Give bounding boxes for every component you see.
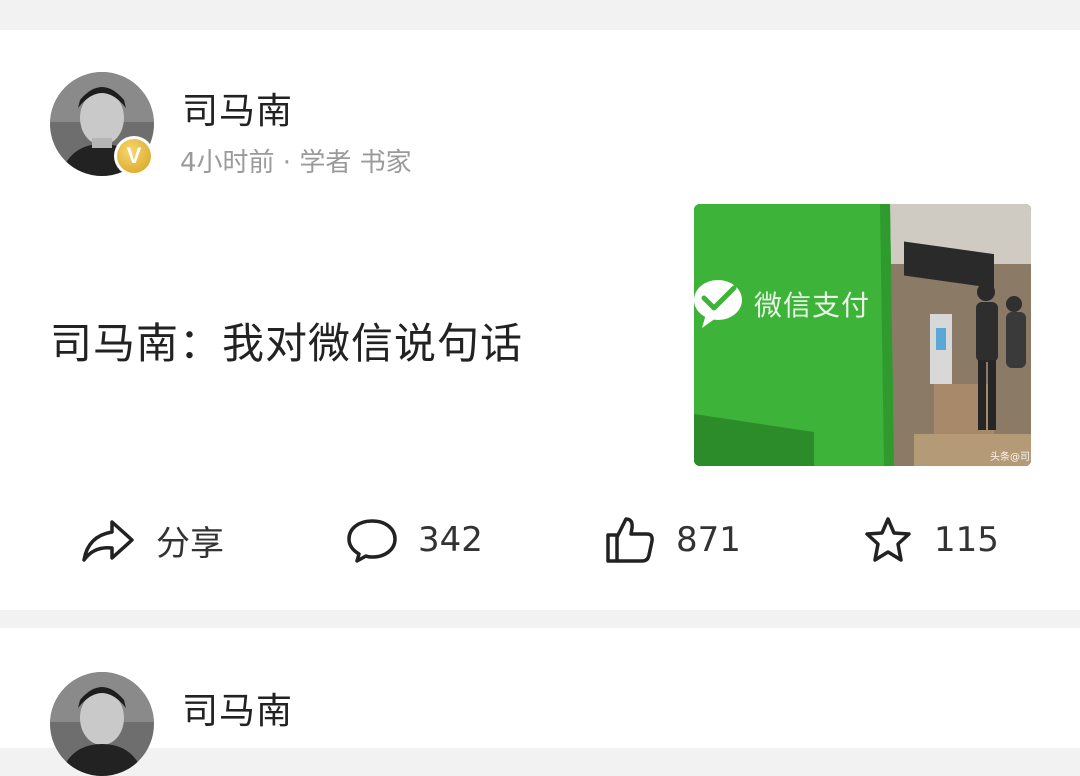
share-button[interactable]: 分享 <box>80 508 224 572</box>
comment-count: 342 <box>418 520 483 560</box>
feed-post-card[interactable]: 司马南 <box>0 628 1080 776</box>
author-name[interactable]: 司马南 <box>182 682 293 734</box>
post-meta: 4小时前 · 学者 书家 <box>180 148 412 178</box>
author-avatar[interactable] <box>50 672 154 776</box>
feed-post-card[interactable]: V 司马南 4小时前 · 学者 书家 司马南：我对微信说句话 微信支付 头条@司… <box>0 30 1080 610</box>
post-action-bar: 分享 342 871 115 <box>0 508 1080 572</box>
author-avatar[interactable]: V <box>50 72 154 176</box>
post-thumbnail[interactable]: 微信支付 头条@司 <box>694 204 1031 466</box>
thumbnail-watermark: 头条@司 <box>990 452 1030 463</box>
like-icon <box>606 517 654 563</box>
avatar-image <box>50 672 154 776</box>
author-name[interactable]: 司马南 <box>182 82 293 134</box>
comment-button[interactable]: 342 <box>346 508 483 572</box>
verified-v-badge: V <box>114 136 154 176</box>
favorite-button[interactable]: 115 <box>862 508 999 572</box>
thumbnail-sign-text: 微信支付 <box>754 289 871 322</box>
share-label: 分享 <box>156 523 224 564</box>
star-icon <box>865 517 911 562</box>
favorite-count: 115 <box>934 520 999 560</box>
thumbnail-image <box>694 204 1031 466</box>
like-count: 871 <box>676 520 741 560</box>
share-icon <box>82 520 134 562</box>
comment-icon <box>347 519 397 563</box>
like-button[interactable]: 871 <box>604 508 741 572</box>
post-headline[interactable]: 司马南：我对微信说句话 <box>50 310 523 371</box>
top-separator <box>0 0 1080 30</box>
